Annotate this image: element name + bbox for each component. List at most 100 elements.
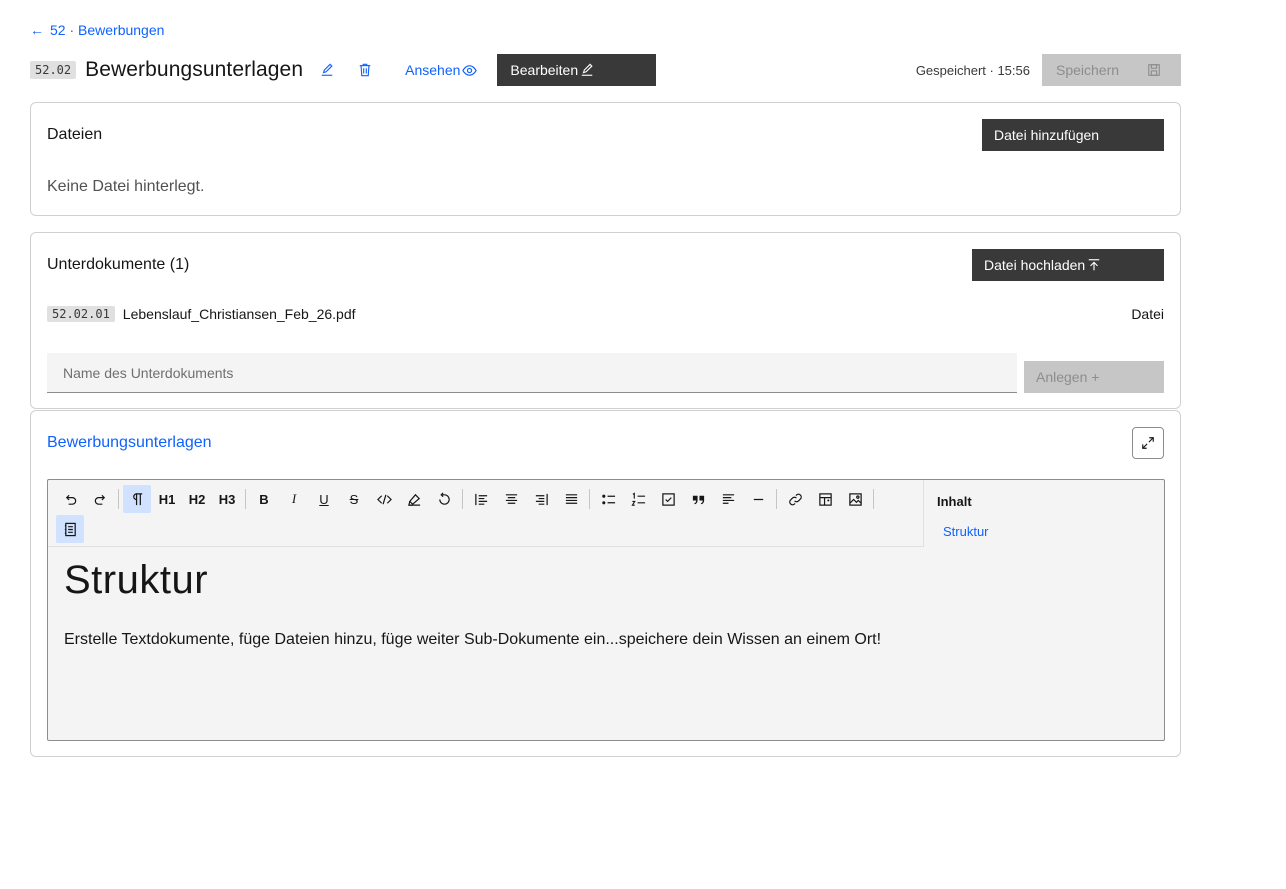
toolbar-row bbox=[56, 515, 86, 543]
text-wrap-icon bbox=[722, 493, 734, 504]
editor-content[interactable]: Struktur Erstelle Textdokumente, füge Da… bbox=[64, 558, 914, 649]
task-list-button[interactable] bbox=[654, 485, 682, 513]
image-icon bbox=[848, 492, 862, 506]
table-icon bbox=[818, 492, 832, 506]
align-left-button[interactable] bbox=[467, 485, 495, 513]
save-icon bbox=[1148, 64, 1160, 76]
document-heading: Struktur bbox=[64, 558, 209, 602]
toolbar-divider bbox=[873, 489, 874, 509]
toolbar-divider bbox=[589, 489, 590, 509]
link-button[interactable] bbox=[781, 485, 809, 513]
toolbar-divider bbox=[776, 489, 777, 509]
document-paragraph: Erstelle Textdokumente, füge Dateien hin… bbox=[64, 631, 882, 648]
page-title: Bewerbungsunterlagen bbox=[85, 58, 304, 81]
page-header: 52.02 Bewerbungsunterlagen Ansehen Bearb… bbox=[30, 54, 1181, 86]
edit-title-button[interactable] bbox=[315, 58, 339, 82]
editor-toolbar: H1 H2 H3 B I U S bbox=[48, 480, 924, 547]
align-center-icon bbox=[505, 493, 517, 504]
horizontal-rule-icon bbox=[753, 498, 763, 500]
files-card: Dateien Datei hinzufügen Keine Datei hin… bbox=[30, 102, 1181, 216]
toolbar-row: H1 H2 H3 B I U S bbox=[56, 485, 878, 513]
upload-file-label: Datei hochladen bbox=[984, 257, 1086, 273]
toolbar-divider bbox=[118, 489, 119, 509]
outline-toggle-button[interactable] bbox=[56, 515, 84, 543]
editor-title[interactable]: Bewerbungsunterlagen bbox=[47, 434, 212, 452]
subdocuments-card: Unterdokumente (1) Datei hochladen 52.02… bbox=[30, 232, 1181, 409]
align-right-button[interactable] bbox=[527, 485, 555, 513]
link-icon bbox=[788, 493, 802, 505]
align-justify-button[interactable] bbox=[557, 485, 585, 513]
subdocuments-title: Unterdokumente (1) bbox=[47, 256, 190, 273]
saved-status: Gespeichert · 15:56 bbox=[915, 62, 1030, 78]
bullet-list-button[interactable] bbox=[594, 485, 622, 513]
quote-button[interactable] bbox=[684, 485, 712, 513]
list-item[interactable]: 52.02.01 Lebenslauf_Christiansen_Feb_26.… bbox=[47, 305, 1164, 323]
horizontal-rule-button[interactable] bbox=[744, 485, 772, 513]
underline-button[interactable]: U bbox=[310, 485, 338, 513]
toolbar-divider bbox=[462, 489, 463, 509]
files-empty-text: Keine Datei hinterlegt. bbox=[47, 178, 205, 195]
back-link-label: 52 · Bewerbungen bbox=[50, 22, 165, 38]
save-button[interactable]: Speichern bbox=[1042, 54, 1181, 86]
redo-icon bbox=[94, 494, 105, 505]
upload-icon bbox=[1088, 259, 1100, 271]
table-button[interactable] bbox=[811, 485, 839, 513]
heading3-button[interactable]: H3 bbox=[213, 485, 241, 513]
highlight-button[interactable] bbox=[400, 485, 428, 513]
expand-button[interactable] bbox=[1132, 427, 1164, 459]
bold-button[interactable]: B bbox=[250, 485, 278, 513]
redo-button[interactable] bbox=[86, 485, 114, 513]
outline-item[interactable]: Struktur bbox=[943, 524, 989, 539]
numbered-list-button[interactable] bbox=[624, 485, 652, 513]
outline-panel: Inhalt Struktur bbox=[924, 480, 1164, 740]
checkbox-icon bbox=[661, 492, 675, 506]
align-justify-icon bbox=[565, 493, 577, 504]
undo-button[interactable] bbox=[56, 485, 84, 513]
editor-card: Bewerbungsunterlagen H1 H2 H3 B I U S In… bbox=[30, 410, 1181, 757]
save-button-label: Speichern bbox=[1056, 62, 1120, 78]
align-center-button[interactable] bbox=[497, 485, 525, 513]
subdocument-name[interactable]: Lebenslauf_Christiansen_Feb_26.pdf bbox=[123, 306, 356, 322]
subdocument-type: Datei bbox=[1131, 306, 1164, 322]
heading1-button[interactable]: H1 bbox=[153, 485, 181, 513]
document-outline-icon bbox=[64, 522, 76, 536]
subdocument-id-tag: 52.02.01 bbox=[47, 306, 115, 322]
back-link[interactable]: ← 52 · Bewerbungen bbox=[30, 22, 164, 38]
text-wrap-button[interactable] bbox=[714, 485, 742, 513]
create-subdocument-button[interactable]: Anlegen + bbox=[1024, 361, 1164, 393]
view-link-label: Ansehen bbox=[405, 62, 461, 78]
reset-icon bbox=[438, 492, 450, 505]
undo-icon bbox=[65, 494, 76, 505]
italic-button[interactable]: I bbox=[280, 485, 308, 513]
files-title: Dateien bbox=[47, 126, 103, 143]
arrow-left-icon: ← bbox=[30, 22, 44, 38]
view-link[interactable]: Ansehen bbox=[405, 62, 478, 78]
pilcrow-icon bbox=[132, 492, 142, 505]
align-left-icon bbox=[474, 493, 487, 505]
edit-mode-button[interactable]: Bearbeiten bbox=[497, 54, 657, 86]
highlighter-icon bbox=[407, 493, 420, 506]
code-icon bbox=[376, 494, 392, 504]
code-button[interactable] bbox=[370, 485, 398, 513]
strikethrough-button[interactable]: S bbox=[340, 485, 368, 513]
pencil-icon bbox=[321, 63, 333, 76]
eye-icon bbox=[462, 64, 478, 76]
maximize-icon bbox=[1142, 437, 1154, 449]
clear-format-button[interactable] bbox=[430, 485, 458, 513]
trash-icon bbox=[359, 63, 371, 77]
heading2-button[interactable]: H2 bbox=[183, 485, 211, 513]
upload-file-button[interactable]: Datei hochladen bbox=[972, 249, 1164, 281]
edit-mode-label: Bearbeiten bbox=[510, 62, 579, 78]
document-id-tag: 52.02 bbox=[30, 61, 77, 79]
align-right-icon bbox=[535, 493, 548, 505]
image-button[interactable] bbox=[841, 485, 869, 513]
add-file-button[interactable]: Datei hinzufügen bbox=[982, 119, 1164, 151]
paragraph-button[interactable] bbox=[123, 485, 151, 513]
bullet-list-icon bbox=[601, 494, 615, 504]
numbered-list-icon bbox=[630, 491, 645, 506]
toolbar-divider bbox=[245, 489, 246, 509]
quote-icon bbox=[692, 495, 704, 504]
delete-button[interactable] bbox=[353, 58, 377, 82]
rich-text-editor[interactable]: H1 H2 H3 B I U S Inhalt Struktur Struktu… bbox=[47, 479, 1165, 741]
subdocument-name-input[interactable] bbox=[47, 353, 1017, 393]
